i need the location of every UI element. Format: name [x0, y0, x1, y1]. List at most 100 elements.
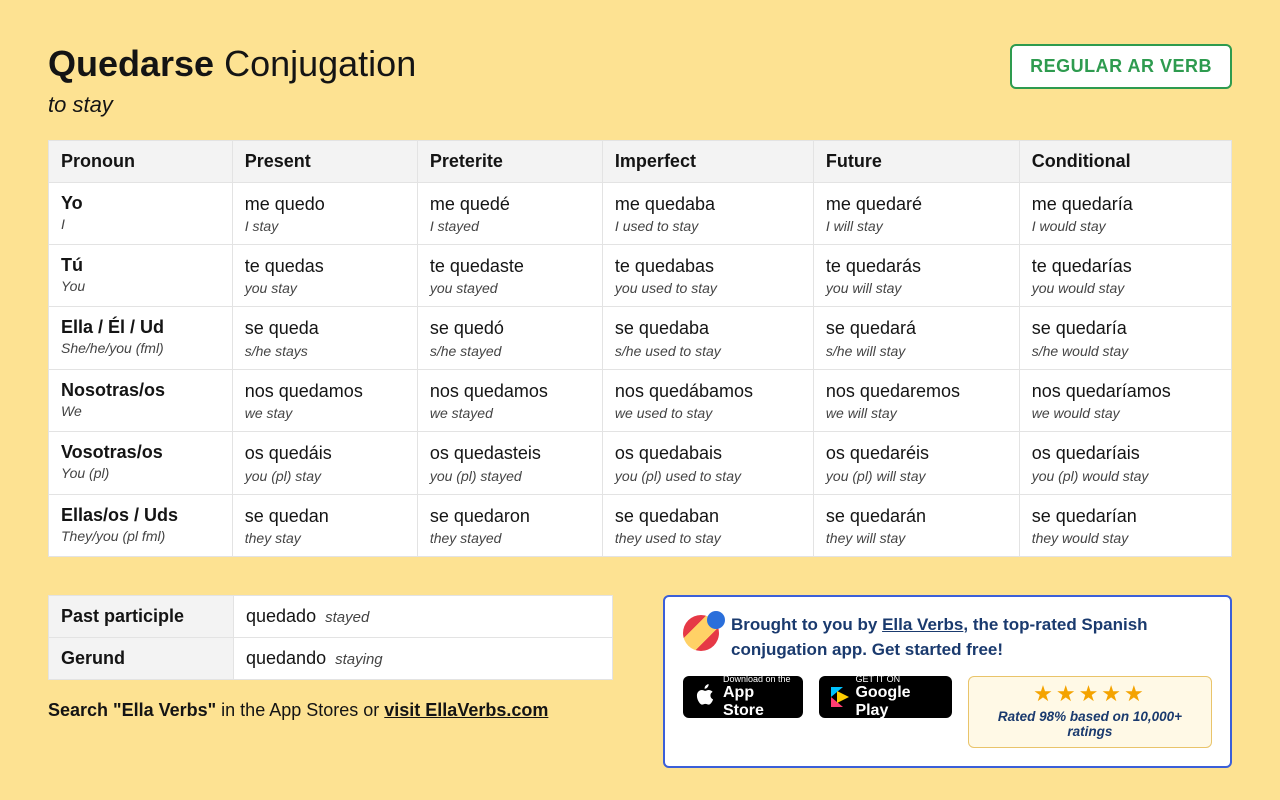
search-line: Search "Ella Verbs" in the App Stores or… [48, 700, 613, 721]
conjugation-cell: se quedaronthey stayed [417, 494, 602, 556]
verb-translation: to stay [48, 92, 416, 118]
conjugation-cell: se quedarías/he would stay [1019, 307, 1231, 369]
pronoun-cell: Ellas/os / Uds They/you (pl fml) [49, 494, 233, 556]
column-header: Present [232, 140, 417, 182]
pronoun: Nosotras/os [61, 380, 220, 401]
conjugation-cell: nos quedaremoswe will stay [813, 369, 1019, 431]
conjugation-cell: os quedasteisyou (pl) stayed [417, 432, 602, 494]
table-header-row: PronounPresentPreteriteImperfectFutureCo… [49, 140, 1232, 182]
pronoun-translation: They/you (pl fml) [61, 528, 220, 544]
conjugated-translation: you (pl) used to stay [615, 468, 801, 484]
conjugated-form: te quedabas [615, 255, 801, 278]
title-rest: Conjugation [214, 43, 416, 84]
conjugation-cell: me quedé I stayed [417, 182, 602, 244]
conjugated-translation: they used to stay [615, 530, 801, 546]
conjugation-cell: os quedáisyou (pl) stay [232, 432, 417, 494]
pronoun-translation: You (pl) [61, 465, 220, 481]
conjugated-translation: you will stay [826, 280, 1007, 296]
ellaverbs-link[interactable]: visit EllaVerbs.com [384, 700, 548, 720]
conjugated-translation: they stay [245, 530, 405, 546]
conjugation-cell: te quedasyou stay [232, 244, 417, 306]
conjugated-translation: you stayed [430, 280, 590, 296]
conjugated-form: se quedaría [1032, 317, 1219, 340]
search-mid: in the App Stores or [216, 700, 384, 720]
conjugation-cell: se quedós/he stayed [417, 307, 602, 369]
conjugated-form: me quedaría [1032, 193, 1219, 216]
participle-value-cell: quedando staying [234, 637, 613, 679]
conjugation-cell: os quedabais you (pl) used to stay [602, 432, 813, 494]
conjugated-form: te quedas [245, 255, 405, 278]
table-row: Vosotras/os You (pl) os quedáisyou (pl) st… [49, 432, 1232, 494]
table-row: TúYoute quedasyou stayte quedasteyou sta… [49, 244, 1232, 306]
conjugated-translation: you would stay [1032, 280, 1219, 296]
conjugated-translation: s/he will stay [826, 343, 1007, 359]
conjugated-form: me quedaré [826, 193, 1007, 216]
conjugated-form: me quedo [245, 193, 405, 216]
conjugation-cell: me quedaré I will stay [813, 182, 1019, 244]
search-bold: Search "Ella Verbs" [48, 700, 216, 720]
pronoun-translation: I [61, 216, 220, 232]
column-header: Conditional [1019, 140, 1231, 182]
conjugated-form: se quedan [245, 505, 405, 528]
google-play-button[interactable]: GET IT ON Google Play [819, 676, 952, 718]
conjugation-cell: nos quedábamoswe used to stay [602, 369, 813, 431]
conjugated-form: nos quedamos [430, 380, 590, 403]
title-block: Quedarse Conjugation to stay [48, 44, 416, 118]
promo-brand-link[interactable]: Ella Verbs [882, 615, 963, 634]
conjugated-form: me quedé [430, 193, 590, 216]
star-icons: ★★★★★ [983, 683, 1197, 705]
column-header: Imperfect [602, 140, 813, 182]
conjugation-cell: me quedaríaI would stay [1019, 182, 1231, 244]
conjugation-cell: nos quedamoswe stay [232, 369, 417, 431]
conjugated-form: os quedaríais [1032, 442, 1219, 465]
column-header: Future [813, 140, 1019, 182]
verb-name: Quedarse [48, 43, 214, 84]
app-logo-icon [683, 615, 719, 651]
participle-row: Gerundquedando staying [49, 637, 613, 679]
pronoun-cell: Nosotras/osWe [49, 369, 233, 431]
participle-label: Past participle [49, 595, 234, 637]
app-store-button[interactable]: Download on the App Store [683, 676, 803, 718]
conjugated-translation: I will stay [826, 218, 1007, 234]
header: Quedarse Conjugation to stay REGULAR AR … [48, 44, 1232, 118]
participle-translation: stayed [325, 609, 369, 626]
participle-translation: staying [335, 651, 383, 668]
conjugation-cell: te quedarás you will stay [813, 244, 1019, 306]
google-play-icon [831, 687, 847, 707]
verb-type-badge: REGULAR AR VERB [1010, 44, 1232, 89]
conjugation-cell: te quedarías you would stay [1019, 244, 1231, 306]
pronoun: Ellas/os / Uds [61, 505, 220, 526]
apple-icon [695, 684, 715, 711]
conjugation-cell: se quedan they stay [232, 494, 417, 556]
conjugation-cell: se quedabanthey used to stay [602, 494, 813, 556]
table-row: YoIme quedoI stayme quedéI stayedme qued… [49, 182, 1232, 244]
participle-form: quedando [246, 648, 326, 668]
table-row: Nosotras/osWenos quedamoswe stay nos qued… [49, 369, 1232, 431]
conjugated-form: se quedarían [1032, 505, 1219, 528]
conjugation-cell: te quedabasyou used to stay [602, 244, 813, 306]
pronoun: Yo [61, 193, 220, 214]
play-small: GET IT ON [855, 675, 939, 684]
conjugated-form: nos quedábamos [615, 380, 801, 403]
conjugation-table: PronounPresentPreteriteImperfectFutureCo… [48, 140, 1232, 557]
appstore-small: Download on the [723, 675, 791, 684]
promo-pre: Brought to you by [731, 615, 882, 634]
conjugated-translation: s/he used to stay [615, 343, 801, 359]
pronoun-cell: TúYou [49, 244, 233, 306]
conjugated-translation: you (pl) will stay [826, 468, 1007, 484]
conjugation-cell: se quedaránthey will stay [813, 494, 1019, 556]
conjugated-translation: you (pl) stayed [430, 468, 590, 484]
page-title: Quedarse Conjugation [48, 44, 416, 84]
conjugation-cell: se quedaríanthey would stay [1019, 494, 1231, 556]
conjugated-form: os quedaréis [826, 442, 1007, 465]
conjugated-form: os quedabais [615, 442, 801, 465]
conjugated-translation: s/he stays [245, 343, 405, 359]
conjugated-translation: I stayed [430, 218, 590, 234]
table-row: Ellas/os / Uds They/you (pl fml) se quedan… [49, 494, 1232, 556]
conjugated-translation: I stay [245, 218, 405, 234]
conjugated-form: te quedarías [1032, 255, 1219, 278]
appstore-big: App Store [723, 684, 791, 719]
conjugated-form: te quedarás [826, 255, 1007, 278]
pronoun: Vosotras/os [61, 442, 220, 463]
promo-text: Brought to you by Ella Verbs, the top-ra… [731, 613, 1212, 662]
